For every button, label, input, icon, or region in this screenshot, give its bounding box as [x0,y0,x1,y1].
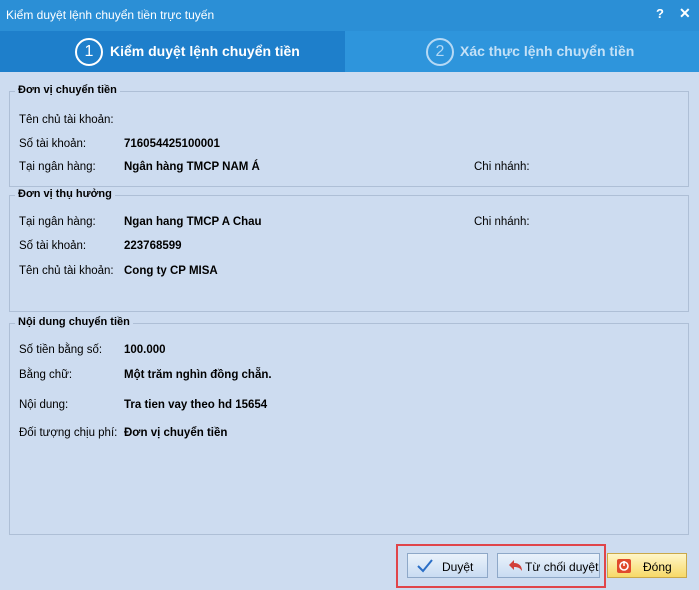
wizard-steps: 1 Kiểm duyệt lệnh chuyển tiền 2 Xác thực… [0,31,699,72]
power-icon [617,559,631,573]
amount-label: Số tiền bằng số: [19,344,103,356]
reject-button[interactable]: Từ chối duyệt [497,553,600,578]
approve-label: Duyệt [442,560,474,574]
content-label: Nội dung: [19,399,69,411]
title-bar: Kiểm duyệt lệnh chuyển tiền trực tuyến ?… [0,0,699,31]
receiver-branch-label: Chi nhánh: [474,216,530,228]
sender-bank-label: Tại ngân hàng: [19,161,96,173]
approve-button[interactable]: Duyệt [407,553,488,578]
transfer-group: Nội dung chuyển tiền Số tiền bằng số: 10… [9,316,689,535]
sender-bank-value: Ngân hàng TMCP NAM Á [124,161,260,173]
sender-account-label: Số tài khoản: [19,138,87,150]
receiver-owner-value: Cong ty CP MISA [124,265,218,277]
undo-arrow-icon [509,560,522,571]
close-button[interactable]: Đóng [607,553,687,578]
receiver-account-value: 223768599 [124,240,182,252]
help-icon[interactable]: ? [656,6,664,21]
step-2-number: 2 [426,38,454,66]
receiver-group: Đơn vị thụ hưởng Tại ngân hàng: Ngan han… [9,188,689,312]
window-title: Kiểm duyệt lệnh chuyển tiền trực tuyến [6,8,215,22]
reject-label: Từ chối duyệt [525,560,599,574]
receiver-group-title: Đơn vị thụ hưởng [15,188,115,200]
amount-value: 100.000 [124,344,166,356]
transfer-group-title: Nội dung chuyển tiền [15,316,133,328]
amount-words-value: Một trăm nghìn đồng chẵn. [124,369,272,381]
sender-group: Đơn vị chuyển tiền Tên chủ tài khoản: Số… [9,84,689,187]
close-icon[interactable]: ✕ [679,5,691,22]
amount-words-label: Bằng chữ: [19,369,73,381]
fee-label: Đối tượng chịu phí: [19,427,118,439]
sender-account-value: 716054425100001 [124,138,220,150]
receiver-account-label: Số tài khoản: [19,240,87,252]
check-icon [417,559,433,573]
fee-value: Đơn vị chuyển tiền [124,427,228,439]
receiver-bank-label: Tại ngân hàng: [19,216,96,228]
receiver-bank-value: Ngan hang TMCP A Chau [124,216,262,228]
content-value: Tra tien vay theo hd 15654 [124,399,268,411]
step-2-label: Xác thực lệnh chuyển tiền [460,43,635,59]
step-1-number: 1 [75,38,103,66]
close-label: Đóng [643,560,672,574]
step-1-label: Kiểm duyệt lệnh chuyển tiền [110,43,300,59]
sender-group-title: Đơn vị chuyển tiền [15,84,120,96]
receiver-owner-label: Tên chủ tài khoản: [19,265,114,277]
sender-branch-label: Chi nhánh: [474,161,530,173]
sender-owner-label: Tên chủ tài khoản: [19,114,114,126]
